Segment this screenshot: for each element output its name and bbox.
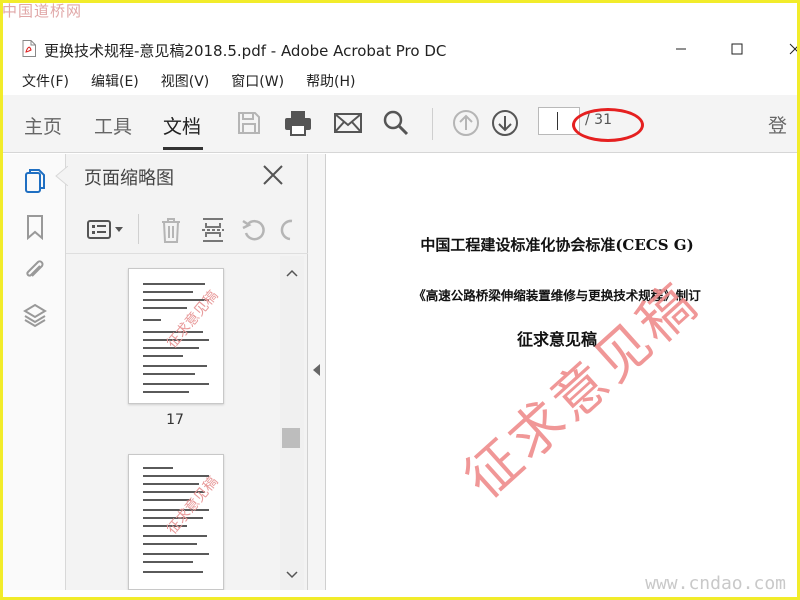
pages-icon (25, 169, 45, 193)
text-cursor (557, 112, 558, 130)
thumbnail-options-button[interactable] (86, 216, 126, 244)
menu-bar: 文件(F) 编辑(E) 视图(V) 窗口(W) 帮助(H) (0, 68, 356, 94)
tab-tools[interactable]: 工具 (94, 112, 132, 139)
next-page-button[interactable] (489, 107, 521, 139)
document-view: 中国工程建设标准化协会标准(CECS G) 《高速公路桥梁伸缩装置维修与更换技术… (326, 154, 800, 590)
thumbnail-scrollbar[interactable] (280, 256, 304, 590)
thumbnail-stamp: 征求意见稿 (164, 287, 222, 352)
thumbnail-page-number: 17 (166, 412, 184, 428)
menu-window[interactable]: 窗口(W) (231, 68, 284, 94)
delete-pages-button[interactable] (158, 216, 184, 244)
title-bar: 更换技术规程-意见稿2018.5.pdf - Adobe Acrobat Pro… (0, 30, 800, 66)
page-thumbnail[interactable]: 征求意见稿 (128, 268, 224, 404)
rotate-counterclockwise-icon (242, 219, 265, 241)
site-url-watermark: www.cndao.com (645, 573, 786, 594)
thumbnail-list: 征求意见稿 17 征求意见稿 (66, 256, 284, 590)
print-button[interactable] (282, 107, 314, 139)
highlight-ellipse-annotation (572, 108, 644, 142)
navigation-pane (0, 154, 66, 590)
rotate-clockwise-icon (280, 219, 293, 241)
page-thumbnail[interactable]: 征求意见稿 (128, 454, 224, 590)
bookmarks-button[interactable] (20, 212, 50, 242)
site-watermark: 中国道桥网 (2, 2, 83, 20)
mail-icon (334, 113, 362, 133)
insert-page-icon (202, 218, 224, 242)
document-heading: 中国工程建设标准化协会标准(CECS G) (420, 236, 694, 254)
pdf-file-icon (22, 40, 36, 57)
rotate-left-button[interactable] (240, 216, 268, 244)
toolbar-separator (432, 108, 433, 140)
email-button[interactable] (332, 107, 364, 139)
options-menu-icon (87, 220, 123, 239)
close-panel-icon[interactable] (260, 162, 286, 188)
window-title: 更换技术规程-意见稿2018.5.pdf - Adobe Acrobat Pro… (44, 42, 447, 60)
tab-document[interactable]: 文档 (163, 112, 201, 139)
save-button[interactable] (233, 107, 265, 139)
thumbnail-stamp: 征求意见稿 (164, 473, 222, 538)
arrow-up-circle-icon (453, 110, 479, 136)
collapse-pane-icon[interactable] (313, 364, 321, 376)
menu-file[interactable]: 文件(F) (22, 68, 69, 94)
login-button[interactable]: 登 (768, 111, 787, 138)
panel-toolbar-separator (138, 214, 139, 244)
active-tab-indicator (163, 147, 203, 150)
bookmark-icon (27, 215, 43, 240)
arrow-down-circle-icon (492, 110, 518, 136)
menu-help[interactable]: 帮助(H) (306, 68, 355, 94)
layers-icon (23, 303, 47, 328)
printer-icon (285, 111, 311, 136)
rotate-right-button[interactable] (280, 216, 294, 244)
scrollbar-thumb[interactable] (282, 428, 300, 448)
attachments-button[interactable] (20, 256, 50, 286)
previous-page-button[interactable] (450, 107, 482, 139)
minimize-icon (676, 48, 686, 50)
scroll-up-icon[interactable] (285, 268, 299, 278)
pane-splitter[interactable] (308, 154, 326, 590)
maximize-icon (731, 43, 743, 55)
menu-edit[interactable]: 编辑(E) (91, 68, 139, 94)
tab-home[interactable]: 主页 (24, 112, 62, 139)
search-icon (383, 110, 409, 136)
close-icon (789, 43, 800, 55)
page-thumbnails-button[interactable] (20, 166, 50, 196)
menu-view[interactable]: 视图(V) (161, 68, 210, 94)
trash-icon (162, 218, 180, 243)
find-button[interactable] (380, 107, 412, 139)
minimize-button[interactable] (658, 34, 704, 64)
save-icon (238, 112, 260, 134)
toolbar: 主页 工具 文档 / 31 登 (0, 95, 800, 153)
thumbnail-toolbar (66, 206, 308, 254)
scroll-down-icon[interactable] (285, 570, 299, 580)
panel-pointer (55, 166, 68, 186)
document-subheading: 《高速公路桥梁伸缩装置维修与更换技术规程》制订 (413, 288, 701, 303)
paperclip-icon (26, 260, 44, 277)
layers-button[interactable] (20, 300, 50, 330)
insert-pages-button[interactable] (200, 216, 226, 244)
close-window-button[interactable] (772, 34, 800, 64)
document-draft-label: 征求意见稿 (516, 330, 597, 349)
page-thumbnails-panel: 页面缩略图 征求意见稿 17 征求意见稿 (55, 154, 308, 590)
maximize-button[interactable] (714, 34, 760, 64)
panel-title: 页面缩略图 (84, 168, 174, 189)
